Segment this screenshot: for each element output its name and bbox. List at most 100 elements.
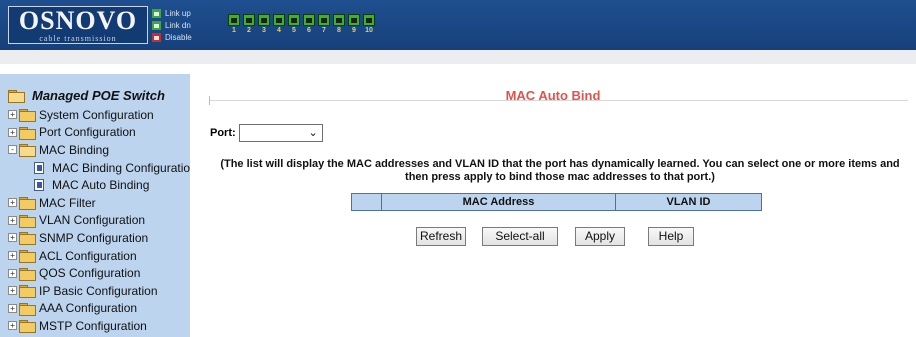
main-content: MAC Auto Bind Port: ⌄ (The list will dis… [190, 74, 916, 337]
expand-icon[interactable]: + [8, 303, 17, 313]
header-gap [0, 64, 916, 74]
tree-root-label: Managed POE Switch [32, 88, 165, 103]
sidebar-item-mac-auto-binding[interactable]: MAC Auto Binding [8, 176, 197, 194]
expand-icon[interactable]: + [8, 268, 17, 278]
sidebar-item-label: MAC Binding Configuration [52, 160, 197, 175]
folder-icon [19, 302, 36, 316]
sidebar-item-label: MSTP Configuration [39, 318, 147, 333]
mac-table: MAC Address VLAN ID [351, 193, 762, 211]
port-number: 10 [365, 27, 373, 34]
folder-open-icon [19, 144, 36, 158]
ethernet-port-icon [288, 14, 300, 26]
port-indicator[interactable]: 8 [333, 14, 345, 35]
table-header-row: MAC Address VLAN ID [351, 193, 762, 211]
sidebar-item-label: MAC Binding [39, 142, 110, 157]
navigation-tree: + System Configuration + Port Configuration… [8, 106, 197, 335]
sidebar-item-system-configuration[interactable]: + System Configuration [8, 106, 197, 124]
apply-button[interactable]: Apply [575, 227, 625, 246]
port-select[interactable]: ⌄ [238, 124, 323, 142]
port-number: 2 [247, 27, 251, 34]
port-indicator[interactable]: 4 [273, 14, 285, 35]
ethernet-port-icon [363, 14, 375, 26]
sidebar-item-ip-basic-configuration[interactable]: + IP Basic Configuration [8, 282, 197, 300]
chevron-down-icon: ⌄ [308, 127, 318, 139]
port-number: 3 [262, 27, 266, 34]
ethernet-port-icon [303, 14, 315, 26]
folder-icon [19, 267, 36, 281]
title-divider [210, 100, 908, 101]
folder-icon [19, 109, 36, 123]
sidebar-item-qos-configuration[interactable]: + QOS Configuration [8, 264, 197, 282]
legend-label: Disable [165, 32, 192, 42]
port-status-panel: 1 2 3 4 5 6 7 8 9 10 [228, 14, 378, 35]
port-number: 4 [277, 27, 281, 34]
expand-icon[interactable]: + [8, 127, 17, 137]
sidebar-item-label: MAC Filter [39, 195, 96, 210]
ethernet-port-icon [348, 14, 360, 26]
legend-label: Link dn [165, 20, 191, 30]
port-indicator[interactable]: 3 [258, 14, 270, 35]
ethernet-port-icon [228, 14, 240, 26]
port-indicator[interactable]: 5 [288, 14, 300, 35]
info-text: (The list will display the MAC addresses… [220, 158, 900, 183]
port-number: 5 [292, 27, 296, 34]
sidebar-item-aaa-configuration[interactable]: + AAA Configuration [8, 300, 197, 318]
folder-icon [19, 126, 36, 140]
sidebar-item-mac-binding[interactable]: - MAC Binding [8, 141, 197, 159]
sidebar-item-label: QOS Configuration [39, 266, 141, 281]
legend-row: Disable [152, 31, 192, 43]
port-indicator[interactable]: 9 [348, 14, 360, 35]
sidebar-item-mac-binding-configuration[interactable]: MAC Binding Configuration [8, 159, 197, 177]
sidebar-item-port-configuration[interactable]: + Port Configuration [8, 124, 197, 142]
refresh-button[interactable]: Refresh [416, 227, 466, 246]
header-subbar [0, 50, 916, 64]
sidebar-item-label: AAA Configuration [39, 301, 138, 316]
expand-icon[interactable]: + [8, 198, 17, 208]
legend-label: Link up [165, 8, 191, 18]
column-header-vlan-id: VLAN ID [615, 193, 762, 211]
logo-text: OSNOVO [18, 6, 138, 35]
sidebar-item-label: ACL Configuration [39, 248, 137, 263]
port-indicator[interactable]: 10 [363, 14, 375, 35]
expand-icon[interactable]: + [8, 233, 17, 243]
sidebar-item-mac-filter[interactable]: + MAC Filter [8, 194, 197, 212]
port-indicator[interactable]: 2 [243, 14, 255, 35]
sidebar-item-snmp-configuration[interactable]: + SNMP Configuration [8, 229, 197, 247]
folder-icon [19, 320, 36, 334]
port-number: 9 [352, 27, 356, 34]
logo-subtext: cable transmission [39, 34, 117, 43]
sidebar-item-label: IP Basic Configuration [39, 283, 158, 298]
help-button[interactable]: Help [648, 227, 694, 246]
folder-open-icon [8, 90, 25, 103]
expand-icon[interactable]: + [8, 215, 17, 225]
expand-icon[interactable]: + [8, 251, 17, 261]
column-header-select [351, 193, 382, 211]
port-number: 7 [322, 27, 326, 34]
sidebar-item-acl-configuration[interactable]: + ACL Configuration [8, 247, 197, 265]
port-indicator[interactable]: 1 [228, 14, 240, 35]
legend-port-icon [152, 32, 161, 42]
folder-icon [19, 232, 36, 246]
legend-port-icon [152, 20, 161, 30]
page-icon [34, 161, 44, 174]
expand-icon[interactable]: + [8, 110, 17, 120]
expand-icon[interactable]: + [8, 286, 17, 296]
port-status-legend: Link up Link dn Disable [152, 7, 192, 43]
column-header-mac-address: MAC Address [381, 193, 616, 211]
sidebar-item-label: Port Configuration [39, 125, 136, 140]
sidebar-item-mstp-configuration[interactable]: + MSTP Configuration [8, 317, 197, 335]
tree-root[interactable]: Managed POE Switch [8, 88, 165, 103]
legend-row: Link dn [152, 19, 192, 31]
folder-icon [19, 250, 36, 264]
collapse-icon[interactable]: - [8, 145, 17, 155]
port-indicator[interactable]: 6 [303, 14, 315, 35]
expand-icon[interactable]: + [8, 321, 17, 331]
port-indicator[interactable]: 7 [318, 14, 330, 35]
select-all-button[interactable]: Select-all [482, 227, 558, 246]
navigation-sidebar: Managed POE Switch + System Configuration… [0, 74, 197, 337]
sidebar-item-vlan-configuration[interactable]: + VLAN Configuration [8, 212, 197, 230]
port-selector-row: Port: ⌄ [210, 124, 323, 142]
top-banner: OSNOVO cable transmission Link up Link dn… [0, 0, 916, 50]
ethernet-port-icon [243, 14, 255, 26]
ethernet-port-icon [333, 14, 345, 26]
